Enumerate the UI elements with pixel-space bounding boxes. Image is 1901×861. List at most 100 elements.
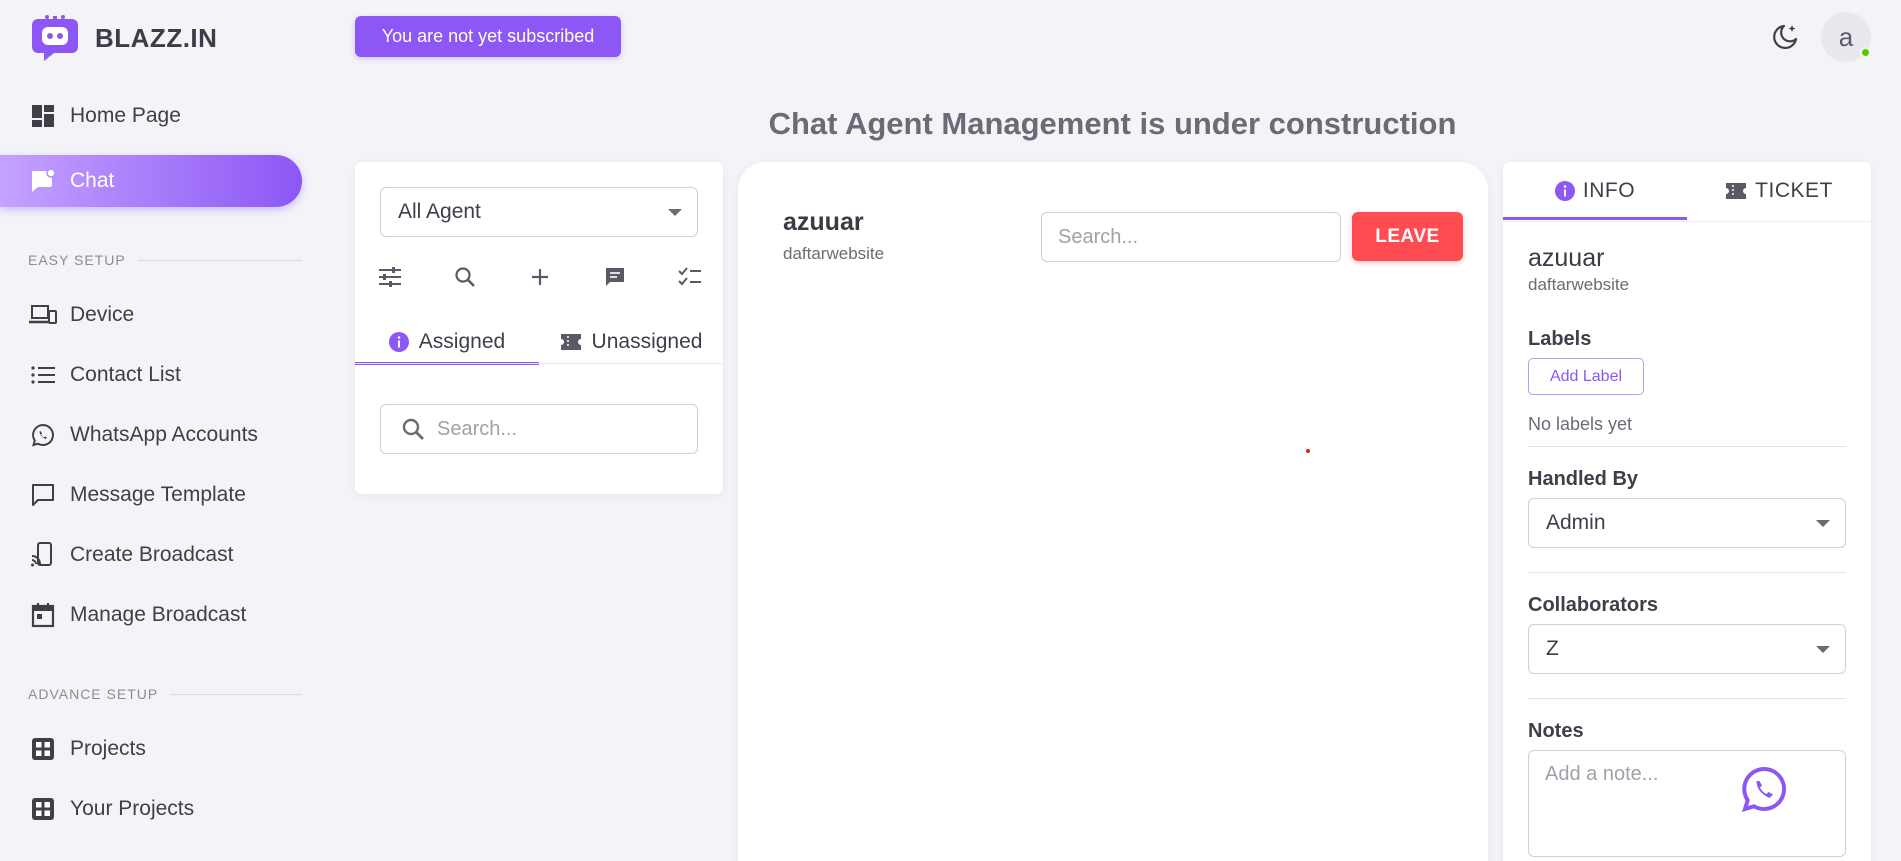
divider: [1528, 446, 1846, 447]
chat-search-box: [380, 404, 698, 454]
grid-icon: [28, 794, 58, 824]
tune-icon: [379, 267, 401, 287]
page-title: Chat Agent Management is under construct…: [768, 106, 1457, 141]
sidebar-item-manage-broadcast[interactable]: Manage Broadcast: [0, 589, 302, 641]
grid-icon: [28, 734, 58, 764]
tab-label: INFO: [1582, 179, 1636, 202]
search-icon: [455, 267, 475, 287]
dashboard-icon: [28, 101, 58, 131]
online-status-dot: [1860, 47, 1871, 58]
sidebar-item-your-projects[interactable]: Your Projects: [0, 783, 302, 835]
search-icon: [402, 418, 424, 440]
notes-heading: Notes: [1528, 720, 1584, 742]
chat-list-panel: All Agent Assigned Unassigned Search...: [355, 162, 723, 494]
notes-textarea[interactable]: [1545, 763, 1745, 843]
tabs-divider: [355, 363, 723, 364]
new-chat-button[interactable]: [525, 262, 555, 292]
chevron-down-icon: [1816, 646, 1830, 653]
sidebar-item-contact-list[interactable]: Contact List: [0, 349, 302, 401]
info-tabs-divider: [1503, 221, 1871, 222]
collaborators-select[interactable]: Z: [1528, 624, 1846, 674]
search-chats-button[interactable]: [450, 262, 480, 292]
leave-button[interactable]: LEAVE: [1352, 212, 1463, 261]
section-easy-setup: EASY SETUP: [28, 252, 302, 268]
info-panel: INFO TICKET azuuar daftarwebsite Labels …: [1503, 162, 1871, 861]
no-labels-text: No labels yet: [1528, 414, 1633, 434]
tab-assigned[interactable]: Assigned: [355, 322, 539, 365]
avatar-letter: a: [1838, 21, 1854, 52]
message-search-box: [1041, 212, 1341, 262]
contact-name: azuuar: [1528, 244, 1605, 272]
tab-label: TICKET: [1755, 179, 1833, 202]
devices-icon: [28, 300, 58, 330]
chat-bubble-icon: [606, 268, 624, 286]
info-icon: [1554, 181, 1575, 201]
agent-filter-value: All Agent: [398, 200, 481, 223]
tab-label: Assigned: [418, 330, 506, 353]
list-icon: [28, 360, 58, 390]
contact-sub: daftarwebsite: [1528, 275, 1630, 294]
calendar-icon: [28, 600, 58, 630]
agent-filter-select[interactable]: All Agent: [380, 187, 698, 237]
whatsapp-icon: [1741, 766, 1786, 812]
ticket-icon: [1725, 182, 1747, 200]
sidebar-item-device[interactable]: Device: [0, 289, 302, 341]
quick-reply-button[interactable]: [600, 262, 630, 292]
bulk-select-button[interactable]: [675, 262, 705, 292]
sidebar-item-label: Create Broadcast: [70, 543, 234, 566]
tab-label: Unassigned: [591, 330, 703, 353]
whatsapp-float-button[interactable]: [1739, 765, 1789, 815]
chat-list-toolbar: [375, 262, 705, 292]
info-tabs: INFO TICKET: [1503, 162, 1871, 220]
sidebar-item-label: Device: [70, 303, 135, 326]
divider: [1528, 572, 1846, 573]
sidebar-item-message-template[interactable]: Message Template: [0, 469, 302, 521]
theme-toggle-button[interactable]: [1770, 22, 1800, 52]
sidebar-item-label: Chat: [70, 169, 115, 192]
sidebar-item-projects[interactable]: Projects: [0, 723, 302, 775]
sidebar-item-create-broadcast[interactable]: Create Broadcast: [0, 529, 302, 581]
sidebar-item-label: Message Template: [70, 483, 246, 506]
chat-contact-sub: daftarwebsite: [783, 244, 885, 263]
section-advance-setup: ADVANCE SETUP: [28, 686, 302, 702]
plus-icon: [532, 269, 548, 285]
tab-ticket[interactable]: TICKET: [1687, 162, 1871, 220]
sidebar-item-label: Home Page: [70, 104, 181, 127]
sidebar-item-label: Projects: [70, 737, 146, 760]
brand[interactable]: BLAZZ.IN: [30, 13, 217, 63]
chat-panel: azuuar daftarwebsite LEAVE: [738, 162, 1488, 861]
chat-icon: [28, 166, 58, 196]
sidebar-item-label: WhatsApp Accounts: [70, 423, 258, 446]
subscription-badge[interactable]: You are not yet subscribed: [355, 16, 621, 57]
chevron-down-icon: [668, 209, 682, 216]
sidebar-item-whatsapp-accounts[interactable]: WhatsApp Accounts: [0, 409, 302, 461]
ticket-icon: [560, 333, 582, 351]
message-search-input[interactable]: [1058, 225, 1328, 249]
chevron-down-icon: [1816, 520, 1830, 527]
collaborators-heading: Collaborators: [1528, 594, 1659, 616]
brand-name: BLAZZ.IN: [95, 22, 218, 53]
sidebar-item-chat[interactable]: Chat: [0, 155, 302, 207]
sidebar-item-home[interactable]: Home Page: [0, 90, 302, 142]
robot-chat-logo-icon: [32, 15, 78, 61]
user-avatar[interactable]: a: [1821, 12, 1871, 62]
filter-settings-button[interactable]: [375, 262, 405, 292]
checklist-icon: [678, 267, 701, 286]
handled-by-select[interactable]: Admin: [1528, 498, 1846, 548]
chat-search-input[interactable]: [437, 417, 687, 441]
collaborators-value: Z: [1546, 637, 1559, 660]
sidebar-item-label: Manage Broadcast: [70, 603, 247, 626]
handled-by-heading: Handled By: [1528, 468, 1639, 490]
sidebar-item-label: Your Projects: [70, 797, 195, 820]
moon-star-icon: [1773, 24, 1798, 49]
handled-by-value: Admin: [1546, 511, 1606, 534]
sidebar-item-label: Contact List: [70, 363, 181, 386]
assignment-tabs: Assigned Unassigned: [355, 322, 723, 365]
tab-unassigned[interactable]: Unassigned: [539, 322, 723, 362]
add-label-button[interactable]: Add Label: [1528, 358, 1644, 395]
cast-icon: [28, 540, 58, 570]
divider: [1528, 698, 1846, 699]
tab-info[interactable]: INFO: [1503, 162, 1687, 220]
message-icon: [28, 480, 58, 510]
indicator-dot: [1306, 449, 1310, 453]
